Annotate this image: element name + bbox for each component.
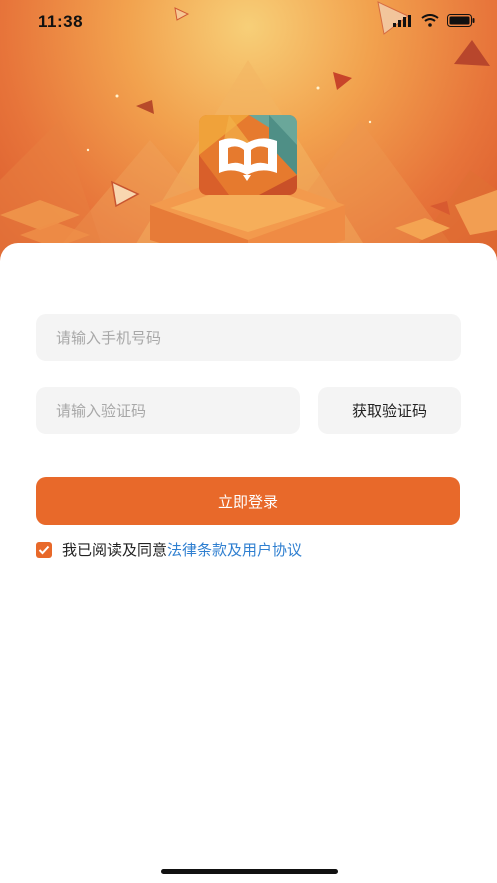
login-card: 获取验证码 立即登录 我已阅读及同意 法律条款及用户协议	[0, 243, 497, 883]
check-icon	[38, 545, 50, 554]
home-indicator	[161, 869, 338, 874]
agreement-text: 我已阅读及同意	[62, 541, 168, 559]
verification-code-input[interactable]	[36, 387, 300, 434]
terms-link[interactable]: 法律条款及用户协议	[167, 539, 302, 560]
status-time: 11:38	[38, 12, 84, 31]
agreement-checkbox[interactable]	[36, 541, 52, 558]
status-icons	[393, 14, 475, 27]
signal-icon	[393, 14, 411, 27]
phone-input[interactable]	[36, 314, 461, 361]
login-button[interactable]: 立即登录	[36, 477, 460, 525]
battery-icon	[447, 14, 475, 27]
app-logo	[199, 115, 297, 195]
wifi-icon	[421, 14, 439, 27]
agreement-row: 我已阅读及同意 法律条款及用户协议	[36, 539, 302, 560]
status-bar: 11:38	[0, 0, 497, 46]
get-code-button[interactable]: 获取验证码	[318, 387, 461, 434]
